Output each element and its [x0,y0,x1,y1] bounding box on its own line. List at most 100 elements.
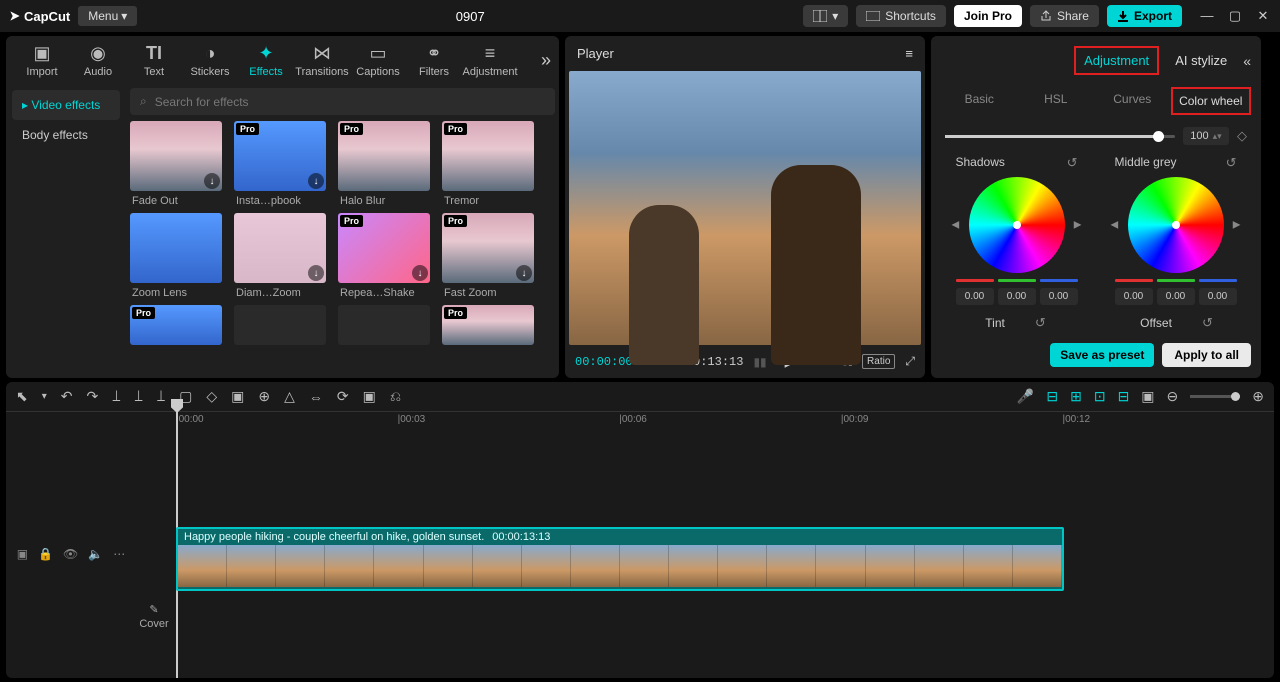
more-icon[interactable]: ⋯ [113,547,125,561]
tab-adjustment[interactable]: Adjustment [1074,46,1159,75]
snap-tool-2[interactable]: ⊞ [1070,388,1082,405]
close-button[interactable]: ✕ [1254,8,1272,24]
subtab-basic[interactable]: Basic [941,87,1018,115]
share-button[interactable]: Share [1030,5,1099,27]
player-menu-icon[interactable]: ≡ [905,46,913,61]
download-icon[interactable]: ↓ [204,173,220,189]
maximize-button[interactable]: ▢ [1226,8,1244,24]
mute-icon[interactable]: 🔈 [88,547,103,561]
effect-card[interactable]: ProHalo Blur [338,121,430,207]
collapse-icon[interactable]: « [1243,53,1251,69]
effect-card[interactable]: Zoom Lens [130,213,222,299]
download-icon[interactable]: ↓ [516,265,532,281]
group-tool[interactable]: ▣ [231,388,244,405]
effect-card[interactable]: ↓Fade Out [130,121,222,207]
time-ruler[interactable]: |00:00 |00:03 |00:06 |00:09 |00:12 |00:1… [6,411,1274,427]
effect-card[interactable]: Pro↓Fast Zoom [442,213,534,299]
search-input[interactable]: ⌕ Search for effects [130,88,555,115]
mirror-tool[interactable]: ⇔ [309,389,323,405]
effect-card[interactable]: Pro [442,305,534,345]
marker-tool[interactable]: ◇ [206,388,217,405]
export-button[interactable]: Export [1107,5,1182,27]
subtab-curves[interactable]: Curves [1094,87,1171,115]
zoom-out-icon[interactable]: ⊖ [1167,388,1179,405]
snap-tool-4[interactable]: ⊟ [1118,388,1130,405]
save-as-preset-button[interactable]: Save as preset [1050,343,1154,367]
reset-offset-icon[interactable]: ↺ [1202,315,1213,331]
reset-intensity-icon[interactable]: ◇ [1237,128,1247,144]
snap-tool-1[interactable]: ⊟ [1046,388,1058,405]
subtab-hsl[interactable]: HSL [1018,87,1095,115]
nav-audio[interactable]: ◉Audio [70,42,126,78]
cover-button[interactable]: ✎ Cover [136,555,172,678]
download-icon[interactable]: ↓ [308,265,324,281]
snap-tool-3[interactable]: ⊡ [1094,388,1106,405]
nav-filters[interactable]: ⚭Filters [406,42,462,78]
middlegrey-g[interactable]: 0.00 [1157,288,1195,305]
intensity-value[interactable]: 100▴▾ [1183,127,1229,145]
nav-captions[interactable]: ▭Captions [350,42,406,78]
menu-button[interactable]: Menu ▾ [78,6,137,26]
arrow-right-icon[interactable]: ▶ [1233,220,1241,231]
reset-tint-icon[interactable]: ↺ [1035,315,1046,331]
fullscreen-icon[interactable]: ⤢ [905,354,915,369]
crop2-tool[interactable]: ▣ [363,388,376,405]
tab-aistylize[interactable]: AI stylize [1167,48,1235,73]
play-tool[interactable]: ⊕ [258,388,270,405]
download-icon[interactable]: ↓ [308,173,324,189]
timeline-tracks[interactable]: Happy people hiking - couple cheerful on… [172,427,1274,678]
warning-tool[interactable]: △ [284,388,295,405]
shortcuts-button[interactable]: Shortcuts [856,5,946,27]
split-tool[interactable]: ⟘ [112,388,120,405]
nav-adjustment[interactable]: ≡Adjustment [462,42,518,78]
undo-button[interactable]: ↶ [61,388,73,405]
effect-card[interactable] [234,305,326,345]
arrow-left-icon[interactable]: ◀ [1111,220,1119,231]
subnav-video-effects[interactable]: ▸ Video effects [12,90,120,120]
subnav-body-effects[interactable]: Body effects [12,120,120,150]
mic-icon[interactable]: 🎤 [1017,388,1034,405]
reset-shadows-icon[interactable]: ↺ [1067,155,1078,171]
zoom-in-icon[interactable]: ⊕ [1252,388,1264,405]
shadows-r[interactable]: 0.00 [956,288,994,305]
select-dropdown-icon[interactable]: ▾ [42,391,47,402]
nav-text[interactable]: TIText [126,42,182,78]
apply-to-all-button[interactable]: Apply to all [1162,343,1251,367]
video-clip[interactable]: Happy people hiking - couple cheerful on… [176,527,1064,591]
intensity-slider[interactable] [945,135,1175,138]
effect-card[interactable]: ↓Diam…Zoom [234,213,326,299]
player-viewport[interactable] [569,71,921,345]
arrow-left-icon[interactable]: ◀ [952,220,960,231]
nav-stickers[interactable]: ◑Stickers [182,42,238,78]
reset-middlegrey-icon[interactable]: ↺ [1226,155,1237,171]
effect-card[interactable]: Pro↓Repea…Shake [338,213,430,299]
join-pro-button[interactable]: Join Pro [954,5,1022,27]
track-tool[interactable]: ▣ [1141,388,1154,405]
shadows-b[interactable]: 0.00 [1040,288,1078,305]
layout-button[interactable]: ▾ [803,5,848,27]
shadows-g[interactable]: 0.00 [998,288,1036,305]
expand-nav-button[interactable]: » [541,50,551,71]
trim-right-tool[interactable]: ⟘ [157,388,165,405]
nav-transitions[interactable]: ⋈Transitions [294,42,350,78]
minimize-button[interactable]: — [1198,8,1216,24]
ratio-button[interactable]: Ratio [862,354,895,369]
subtab-color-wheel[interactable]: Color wheel [1171,87,1252,115]
zoom-slider[interactable] [1190,395,1240,398]
lock-icon[interactable]: 🔒 [38,547,53,561]
effect-card[interactable] [338,305,430,345]
download-icon[interactable]: ↓ [412,265,428,281]
rotate-tool[interactable]: ⟳ [337,388,349,405]
redo-button[interactable]: ↷ [87,388,99,405]
middlegrey-r[interactable]: 0.00 [1115,288,1153,305]
select-tool[interactable]: ⬉ [16,388,28,405]
track-toggle-icon[interactable]: ▣ [17,547,28,561]
trim-left-tool[interactable]: ⟘ [135,388,143,405]
visibility-icon[interactable]: 👁 [63,547,78,561]
arrow-right-icon[interactable]: ▶ [1074,220,1082,231]
middlegrey-b[interactable]: 0.00 [1199,288,1237,305]
nav-import[interactable]: ▣Import [14,42,70,78]
effect-card[interactable]: Pro↓Insta…pbook [234,121,326,207]
delete-tool[interactable]: ⎌ [390,388,401,405]
effect-card[interactable]: ProTremor [442,121,534,207]
